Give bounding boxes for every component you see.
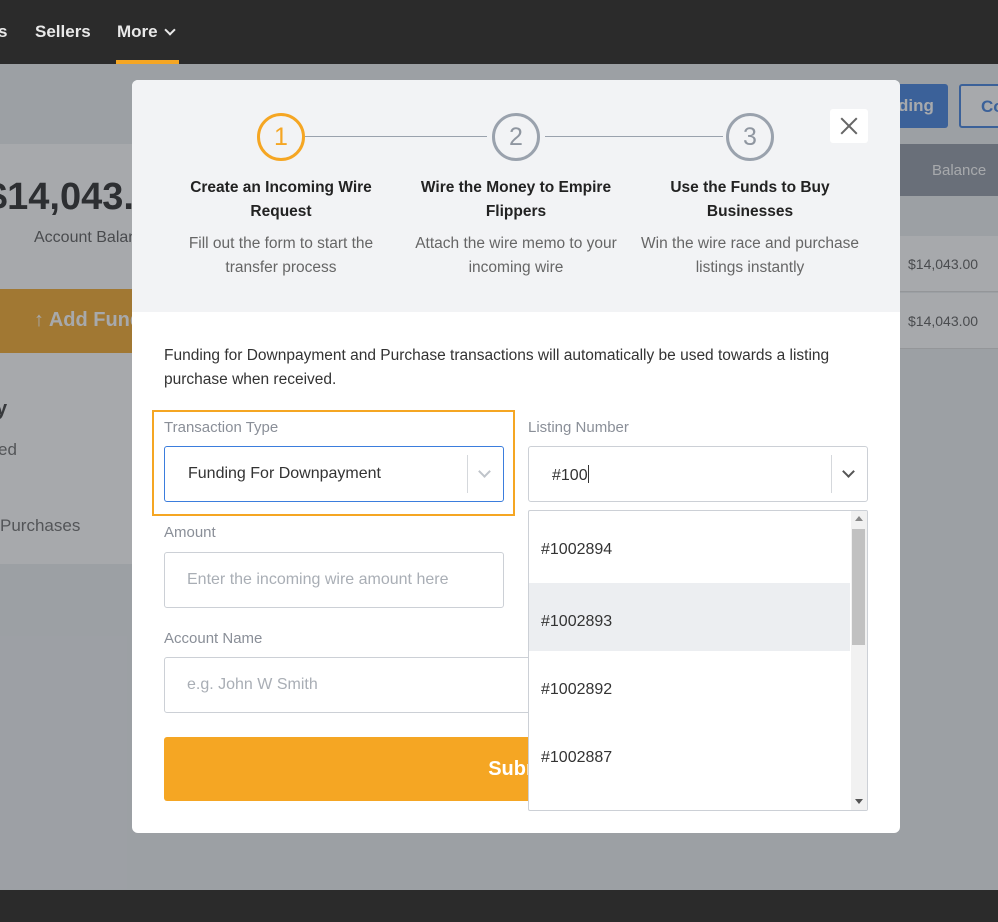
scroll-down-arrow-icon[interactable] — [855, 799, 863, 804]
top-nav: s Sellers More — [0, 0, 998, 64]
nav-item-sellers[interactable]: Sellers — [35, 22, 91, 42]
nav-more-label: More — [117, 22, 158, 41]
chevron-down-icon[interactable] — [842, 465, 855, 478]
select-separator — [467, 455, 468, 493]
listing-number-label: Listing Number — [528, 419, 629, 436]
step-2-title: Wire the Money to Empire Flippers — [420, 179, 612, 220]
amount-input[interactable] — [164, 552, 504, 608]
listing-number-input[interactable]: #100 — [552, 465, 589, 485]
chevron-down-icon — [163, 24, 176, 36]
step-1-circle: 1 — [257, 113, 305, 161]
close-button[interactable] — [830, 109, 868, 143]
step-2-circle: 2 — [492, 113, 540, 161]
nav-item-more[interactable]: More — [117, 22, 176, 42]
transaction-type-value: Funding For Downpayment — [188, 465, 381, 482]
list-item[interactable]: #1002887 — [529, 719, 850, 787]
step-3-description: Win the wire race and purchase listings … — [641, 235, 859, 276]
transaction-type-label: Transaction Type — [164, 419, 279, 436]
incoming-wire-modal: 1 2 3 Create an Incoming Wire Request Wi… — [132, 80, 900, 833]
steps-header: 1 2 3 Create an Incoming Wire Request Wi… — [132, 80, 900, 312]
scroll-up-arrow-icon[interactable] — [855, 516, 863, 521]
step-1-description: Fill out the form to start the transfer … — [188, 235, 374, 276]
footer — [0, 890, 998, 922]
amount-label: Amount — [164, 524, 216, 541]
list-item[interactable]: #1002892 — [529, 651, 850, 719]
list-item[interactable]: #1002893 — [529, 583, 850, 651]
select-separator — [831, 455, 832, 493]
listing-number-value: #100 — [552, 467, 588, 484]
nav-item-partial[interactable]: s — [0, 22, 7, 42]
step-connector — [305, 136, 487, 137]
step-1-title: Create an Incoming Wire Request — [190, 179, 372, 220]
account-name-label: Account Name — [164, 630, 263, 647]
scrollbar-thumb[interactable] — [852, 529, 865, 645]
chevron-down-icon[interactable] — [478, 465, 491, 478]
step-3-title: Use the Funds to Buy Businesses — [670, 179, 830, 220]
listing-number-dropdown: #1002894 #1002893 #1002892 #1002887 — [528, 510, 868, 811]
list-item[interactable]: #1002894 — [529, 511, 850, 579]
listing-number-select[interactable]: #100 — [528, 446, 868, 502]
step-3-circle: 3 — [726, 113, 774, 161]
intro-text: Funding for Downpayment and Purchase tra… — [164, 347, 830, 388]
transaction-type-select[interactable]: Funding For Downpayment — [164, 446, 504, 502]
step-connector — [545, 136, 723, 137]
step-2-description: Attach the wire memo to your incoming wi… — [415, 235, 617, 276]
text-caret — [587, 465, 589, 483]
